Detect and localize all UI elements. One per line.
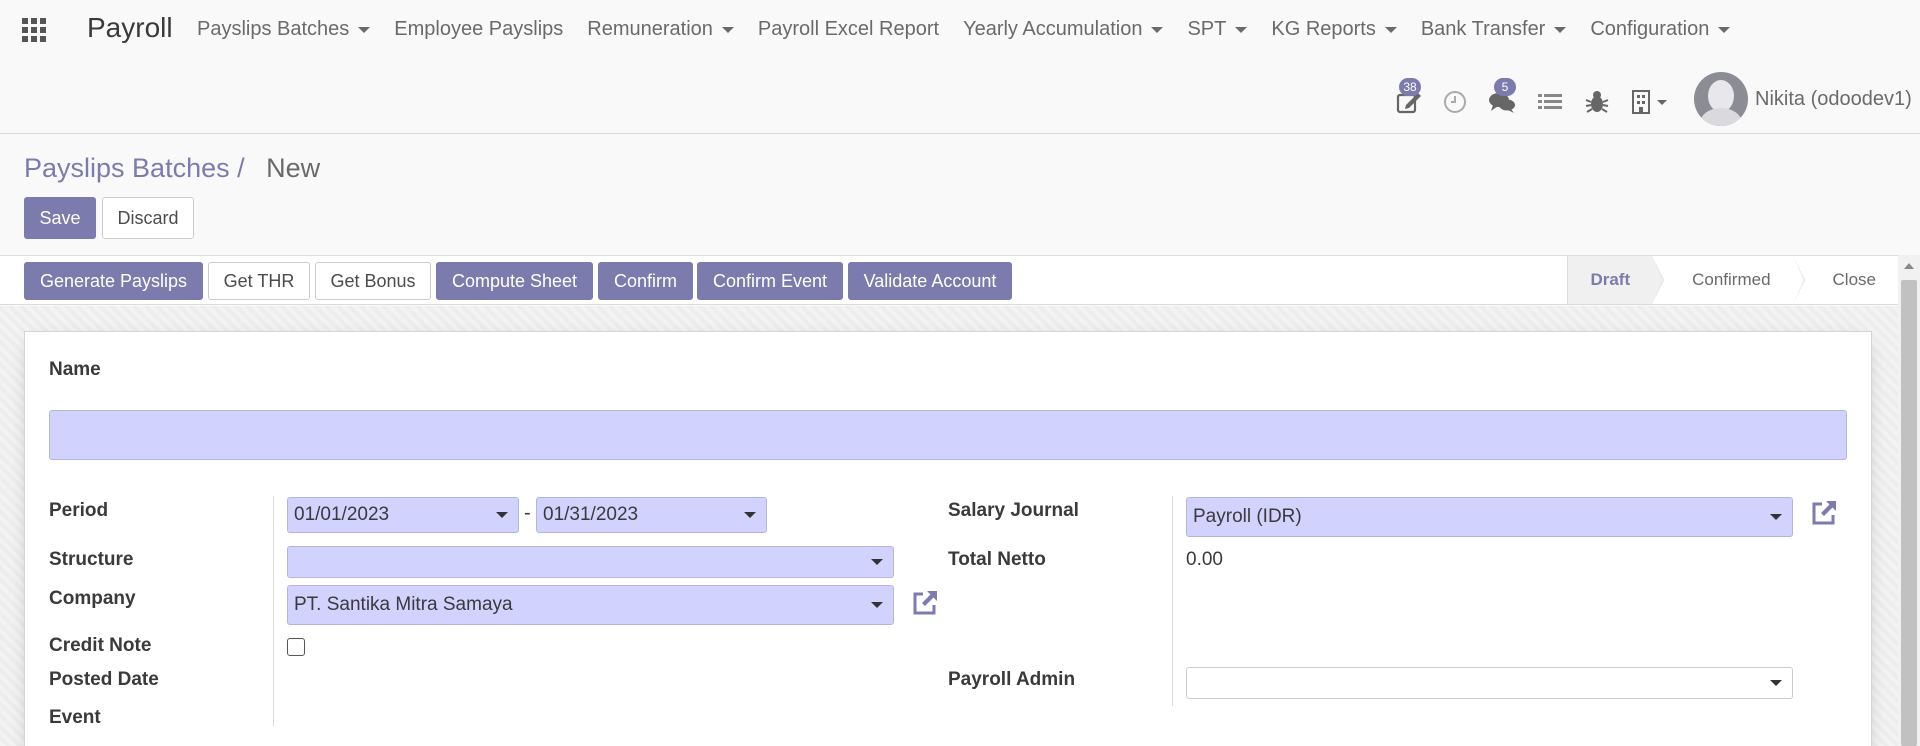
period-separator: - bbox=[524, 502, 531, 524]
main-menu: Payslips Batches Employee Payslips Remun… bbox=[197, 18, 1754, 41]
user-name[interactable]: Nikita (odoodev1) bbox=[1755, 88, 1912, 111]
menu-kg-reports[interactable]: KG Reports bbox=[1271, 18, 1397, 41]
user-avatar[interactable] bbox=[1694, 72, 1748, 126]
date-dropdown-caret-icon[interactable] bbox=[496, 512, 508, 518]
breadcrumb-current: New bbox=[266, 153, 321, 183]
caret-down-icon bbox=[1151, 26, 1164, 33]
right-group-divider bbox=[1172, 496, 1173, 706]
event-label: Event bbox=[49, 707, 101, 728]
chat-icon[interactable]: 5 bbox=[1488, 78, 1516, 116]
payroll-admin-select[interactable] bbox=[1186, 667, 1793, 699]
menu-employee-payslips[interactable]: Employee Payslips bbox=[394, 18, 563, 41]
caret-down-icon bbox=[1384, 26, 1397, 33]
generate-payslips-button[interactable]: Generate Payslips bbox=[24, 262, 203, 300]
structure-label: Structure bbox=[49, 549, 134, 570]
menu-bank-transfer[interactable]: Bank Transfer bbox=[1421, 18, 1567, 41]
left-group-divider bbox=[273, 496, 274, 726]
caret-down-icon bbox=[358, 26, 371, 33]
messages-count-badge: 5 bbox=[1494, 78, 1516, 96]
period-label: Period bbox=[49, 500, 109, 521]
credit-note-label: Credit Note bbox=[49, 635, 152, 656]
credit-note-checkbox[interactable] bbox=[287, 638, 305, 656]
period-start-date-input[interactable]: 01/01/2023 bbox=[287, 497, 519, 533]
save-button[interactable]: Save bbox=[24, 197, 96, 239]
company-switcher-building-icon[interactable] bbox=[1630, 88, 1670, 116]
vertical-scrollbar[interactable] bbox=[1898, 255, 1920, 746]
salary-journal-external-link-icon[interactable] bbox=[1809, 498, 1839, 528]
menu-yearly-accumulation[interactable]: Yearly Accumulation bbox=[963, 18, 1164, 41]
scroll-up-arrow-icon[interactable] bbox=[1904, 263, 1914, 269]
select-dropdown-caret-icon[interactable] bbox=[1770, 514, 1782, 520]
total-netto-label: Total Netto bbox=[948, 549, 1046, 570]
period-end-date-input[interactable]: 01/31/2023 bbox=[536, 497, 767, 533]
caret-down-icon bbox=[721, 26, 734, 33]
form-sheet: Name Period 01/01/2023 - 01/31/2023 Stru… bbox=[24, 331, 1872, 746]
stage-draft[interactable]: Draft bbox=[1567, 256, 1664, 304]
scrollbar-thumb[interactable] bbox=[1901, 280, 1917, 746]
list-icon[interactable] bbox=[1536, 88, 1564, 116]
select-dropdown-caret-icon[interactable] bbox=[871, 559, 883, 565]
stage-confirmed[interactable]: Confirmed bbox=[1652, 256, 1805, 304]
caret-down-icon bbox=[1718, 26, 1731, 33]
caret-down-icon bbox=[1554, 26, 1567, 33]
salary-journal-select[interactable]: Payroll (IDR) bbox=[1186, 497, 1793, 537]
confirm-button[interactable]: Confirm bbox=[598, 262, 693, 300]
app-brand[interactable]: Payroll bbox=[87, 12, 173, 44]
breadcrumb-separator: / bbox=[237, 153, 245, 183]
confirm-event-button[interactable]: Confirm Event bbox=[697, 262, 843, 300]
bug-icon[interactable] bbox=[1583, 88, 1611, 116]
get-thr-button[interactable]: Get THR bbox=[208, 262, 310, 300]
salary-journal-label: Salary Journal bbox=[948, 500, 1079, 521]
activities-edit-icon[interactable]: 38 bbox=[1395, 78, 1423, 116]
name-label: Name bbox=[49, 359, 101, 380]
menu-configuration[interactable]: Configuration bbox=[1590, 18, 1731, 41]
menu-payslips-batches[interactable]: Payslips Batches bbox=[197, 18, 371, 41]
select-dropdown-caret-icon[interactable] bbox=[1770, 680, 1782, 686]
payroll-admin-label: Payroll Admin bbox=[948, 669, 1076, 690]
stage-pipeline: Draft Confirmed Close bbox=[1567, 256, 1898, 304]
activities-count-badge: 38 bbox=[1399, 78, 1421, 96]
structure-select[interactable] bbox=[287, 546, 894, 578]
breadcrumb: Payslips Batches / New bbox=[24, 153, 320, 184]
breadcrumb-parent-link[interactable]: Payslips Batches bbox=[24, 153, 230, 183]
clock-icon[interactable] bbox=[1442, 88, 1470, 116]
total-netto-value: 0.00 bbox=[1186, 549, 1223, 570]
posted-date-label: Posted Date bbox=[49, 669, 159, 690]
get-bonus-button[interactable]: Get Bonus bbox=[315, 262, 431, 300]
menu-payroll-excel-report[interactable]: Payroll Excel Report bbox=[758, 18, 939, 41]
name-input[interactable] bbox=[49, 410, 1847, 460]
company-select[interactable]: PT. Santika Mitra Samaya bbox=[287, 585, 894, 625]
app-menu-grid-icon[interactable] bbox=[22, 18, 48, 42]
caret-down-icon bbox=[1235, 26, 1248, 33]
top-navbar: Payroll Payslips Batches Employee Paysli… bbox=[0, 0, 1920, 134]
compute-sheet-button[interactable]: Compute Sheet bbox=[436, 262, 593, 300]
stage-close[interactable]: Close bbox=[1793, 256, 1898, 304]
date-dropdown-caret-icon[interactable] bbox=[744, 512, 756, 518]
discard-button[interactable]: Discard bbox=[102, 197, 194, 239]
company-external-link-icon[interactable] bbox=[910, 588, 940, 618]
menu-spt[interactable]: SPT bbox=[1187, 18, 1248, 41]
company-label: Company bbox=[49, 588, 136, 609]
form-statusbar: Generate Payslips Get THR Get Bonus Comp… bbox=[0, 255, 1898, 305]
validate-account-button[interactable]: Validate Account bbox=[848, 262, 1012, 300]
select-dropdown-caret-icon[interactable] bbox=[871, 602, 883, 608]
menu-remuneration[interactable]: Remuneration bbox=[587, 18, 734, 41]
